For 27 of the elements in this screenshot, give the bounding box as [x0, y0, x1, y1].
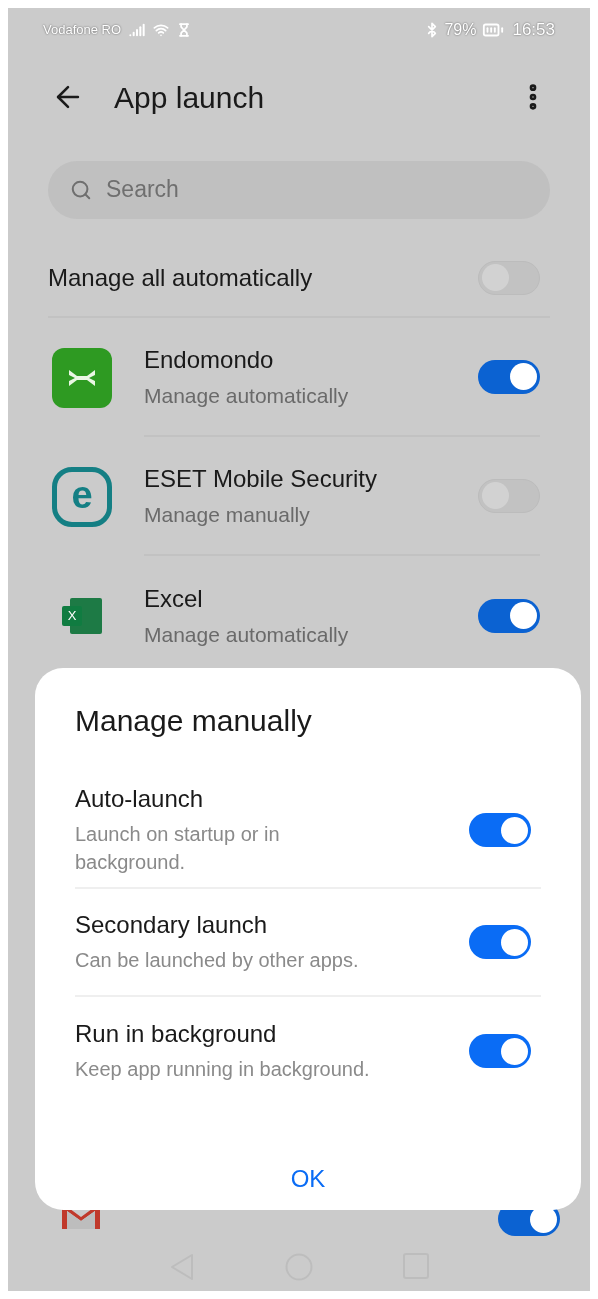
dialog-title: Manage manually	[75, 703, 313, 739]
app-mode: Manage manually	[144, 501, 311, 528]
app-mode: Manage automatically	[144, 382, 350, 409]
page-title: App launch	[114, 79, 265, 116]
app-name: Endomondo	[144, 344, 275, 375]
app-name: ESET Mobile Security	[144, 463, 378, 494]
search-field[interactable]: Search	[48, 160, 550, 219]
toggle-switch[interactable]	[469, 925, 531, 959]
app-logo-icon	[52, 347, 112, 408]
toggle-switch[interactable]	[469, 1034, 531, 1068]
option-description: Keep app running in background.	[75, 1057, 370, 1082]
ok-button[interactable]: OK	[274, 1155, 342, 1203]
setting-label: Manage all automatically	[48, 262, 313, 293]
option-title: Secondary launch	[75, 910, 269, 940]
option-description: Launch on startup or in background.	[75, 822, 281, 875]
option-title: Run in background	[75, 1019, 278, 1049]
app-mode: Manage automatically	[144, 621, 350, 648]
toggle-switch[interactable]	[478, 598, 540, 633]
option-title: Auto-launch	[75, 784, 205, 814]
search-icon	[70, 178, 92, 201]
app-name: Excel	[144, 583, 204, 614]
signal-icon	[129, 21, 146, 38]
hourglass-icon	[177, 22, 192, 37]
app-logo-icon: e	[52, 466, 112, 527]
toggle-switch[interactable]	[469, 813, 531, 847]
toggle-switch[interactable]	[478, 359, 540, 394]
option-description: Can be launched by other apps.	[75, 948, 359, 973]
